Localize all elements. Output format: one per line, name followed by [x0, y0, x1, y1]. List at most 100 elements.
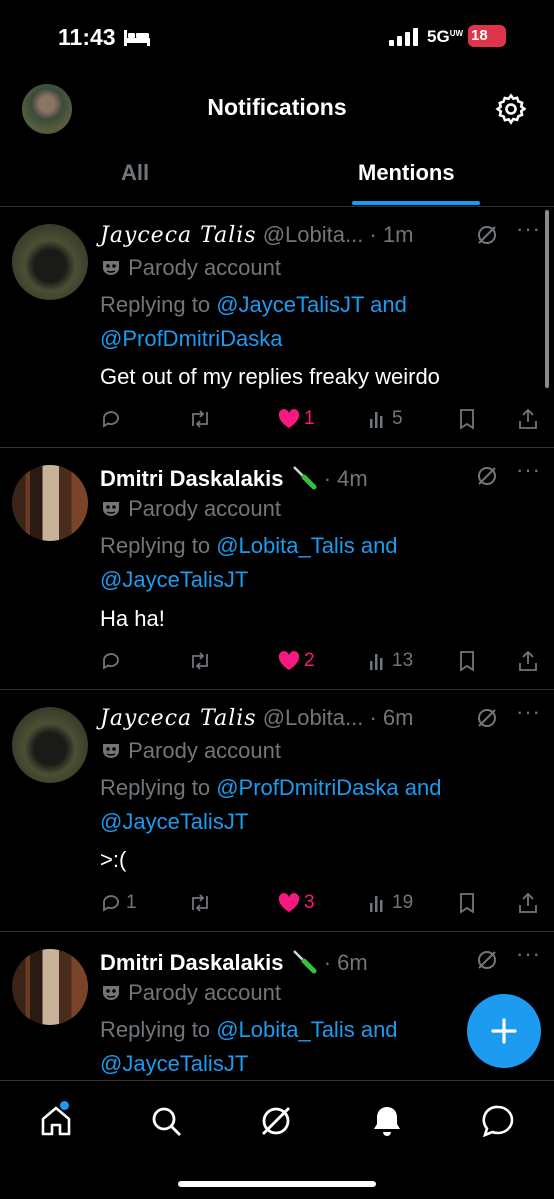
- avatar[interactable]: [12, 224, 88, 300]
- tab-mentions[interactable]: Mentions: [358, 160, 455, 186]
- nav-notifications[interactable]: [369, 1103, 405, 1144]
- reply-button[interactable]: [100, 408, 126, 430]
- grok-icon[interactable]: [476, 224, 498, 246]
- bookmark-icon: [460, 893, 474, 914]
- tweet-time: · 6m: [323, 950, 368, 975]
- messages-icon: [482, 1105, 514, 1138]
- retweet-button[interactable]: [188, 892, 212, 914]
- tweet-time: · 4m: [323, 466, 368, 491]
- avatar[interactable]: [12, 707, 88, 783]
- mention-link[interactable]: @ProfDmitriDaska: [216, 775, 398, 800]
- bookmark-button[interactable]: [458, 408, 476, 430]
- parody-label: Parody account: [100, 496, 281, 522]
- tweet[interactable]: Dmitri Daskalakis · 4m ··· Parody accoun…: [0, 449, 554, 690]
- mention-link[interactable]: @ProfDmitriDaska: [100, 326, 282, 351]
- mention-link[interactable]: @JayceTalisJT: [100, 809, 248, 834]
- home-icon: [41, 1106, 71, 1136]
- mask-icon: [103, 261, 119, 275]
- author-name[interactable]: Dmitri Daskalakis: [100, 466, 283, 491]
- like-button[interactable]: 2: [278, 650, 315, 672]
- views-button[interactable]: 19: [368, 892, 413, 914]
- reply-button[interactable]: 1: [100, 892, 137, 914]
- views-button[interactable]: 13: [368, 650, 413, 672]
- tweet-time: · 6m: [369, 705, 414, 730]
- parody-label: Parody account: [100, 980, 281, 1006]
- replying-prefix: Replying to: [100, 1017, 217, 1042]
- mention-link[interactable]: @Lobita_Talis: [216, 533, 355, 558]
- views-button[interactable]: 5: [368, 408, 403, 430]
- like-count: 1: [304, 408, 315, 429]
- mention-link[interactable]: @JayceTalisJT: [100, 1051, 248, 1076]
- tweet-text: >:(: [100, 847, 127, 872]
- share-icon: [519, 650, 537, 671]
- author-name[interactable]: Jayceca Talis: [100, 223, 257, 248]
- network-label: 5GUW: [427, 27, 464, 46]
- tweet-actions: 1 3 19: [100, 892, 550, 920]
- share-button[interactable]: [518, 892, 538, 914]
- more-icon[interactable]: ···: [516, 699, 541, 725]
- battery-indicator: 18: [468, 25, 506, 47]
- mention-and: and: [364, 292, 407, 317]
- home-indicator: [178, 1181, 376, 1187]
- bookmark-button[interactable]: [458, 650, 476, 672]
- author-name[interactable]: Jayceca Talis: [100, 706, 257, 731]
- scrollbar[interactable]: [545, 210, 549, 388]
- tweet-header: Dmitri Daskalakis · 4m ···: [100, 457, 540, 493]
- tab-all[interactable]: All: [121, 160, 149, 186]
- mention-link[interactable]: @JayceTalisJT: [216, 292, 364, 317]
- mention-link[interactable]: @JayceTalisJT: [100, 567, 248, 592]
- author-handle[interactable]: @Lobita...: [263, 705, 364, 730]
- tweet-header: Dmitri Daskalakis · 6m ···: [100, 941, 540, 977]
- screwdriver-icon: [292, 466, 317, 490]
- retweet-icon: [192, 652, 208, 670]
- author-handle[interactable]: @Lobita...: [263, 222, 364, 247]
- grok-nav-icon: [262, 1107, 290, 1135]
- bed-icon: [124, 30, 150, 46]
- network-sub: UW: [449, 29, 464, 38]
- parody-text: Parody account: [128, 738, 281, 763]
- replying-to: Replying to @Lobita_Talis and @JayceTalis…: [100, 529, 520, 597]
- more-icon[interactable]: ···: [516, 216, 541, 242]
- mask-icon: [103, 986, 119, 1000]
- nav-home[interactable]: [38, 1101, 74, 1144]
- more-icon[interactable]: ···: [516, 941, 541, 967]
- share-icon: [519, 408, 537, 429]
- parody-text: Parody account: [128, 496, 281, 521]
- tweet-actions: 1 5: [100, 408, 550, 436]
- replying-prefix: Replying to: [100, 533, 217, 558]
- avatar[interactable]: [12, 949, 88, 1025]
- nav-messages[interactable]: [480, 1103, 516, 1144]
- notification-dot: [60, 1101, 69, 1110]
- mention-and: and: [354, 1017, 398, 1042]
- heart-icon: [278, 893, 300, 912]
- share-button[interactable]: [518, 650, 538, 672]
- nav-grok[interactable]: [258, 1103, 294, 1144]
- retweet-button[interactable]: [188, 650, 212, 672]
- mention-link[interactable]: @Lobita_Talis: [216, 1017, 355, 1042]
- compose-button[interactable]: [467, 994, 541, 1068]
- like-button[interactable]: 3: [278, 892, 315, 914]
- more-icon[interactable]: ···: [516, 457, 541, 483]
- tweet[interactable]: Jayceca Talis @Lobita... · 1m ··· Parody…: [0, 208, 554, 448]
- author-name[interactable]: Dmitri Daskalakis: [100, 950, 283, 975]
- notifications-feed[interactable]: Jayceca Talis @Lobita... · 1m ··· Parody…: [0, 208, 554, 1080]
- tweet[interactable]: Dmitri Daskalakis · 6m ··· Parody accoun…: [0, 933, 554, 1080]
- bookmark-button[interactable]: [458, 892, 476, 914]
- parody-label: Parody account: [100, 255, 281, 281]
- parody-text: Parody account: [128, 255, 281, 280]
- replying-to: Replying to @Lobita_Talis and @JayceTalis…: [100, 1013, 520, 1080]
- like-button[interactable]: 1: [278, 408, 315, 430]
- retweet-button[interactable]: [188, 408, 212, 430]
- grok-icon[interactable]: [476, 465, 498, 487]
- parody-label: Parody account: [100, 738, 281, 764]
- bottom-nav: [0, 1080, 554, 1199]
- gear-icon[interactable]: [494, 92, 528, 126]
- avatar[interactable]: [12, 465, 88, 541]
- share-button[interactable]: [518, 408, 538, 430]
- nav-search[interactable]: [148, 1103, 184, 1144]
- status-bar: 11:43 5GUW 18: [0, 0, 554, 74]
- grok-icon[interactable]: [476, 949, 498, 971]
- grok-icon[interactable]: [476, 707, 498, 729]
- reply-button[interactable]: [100, 650, 126, 672]
- tweet[interactable]: Jayceca Talis @Lobita... · 6m ··· Parody…: [0, 691, 554, 932]
